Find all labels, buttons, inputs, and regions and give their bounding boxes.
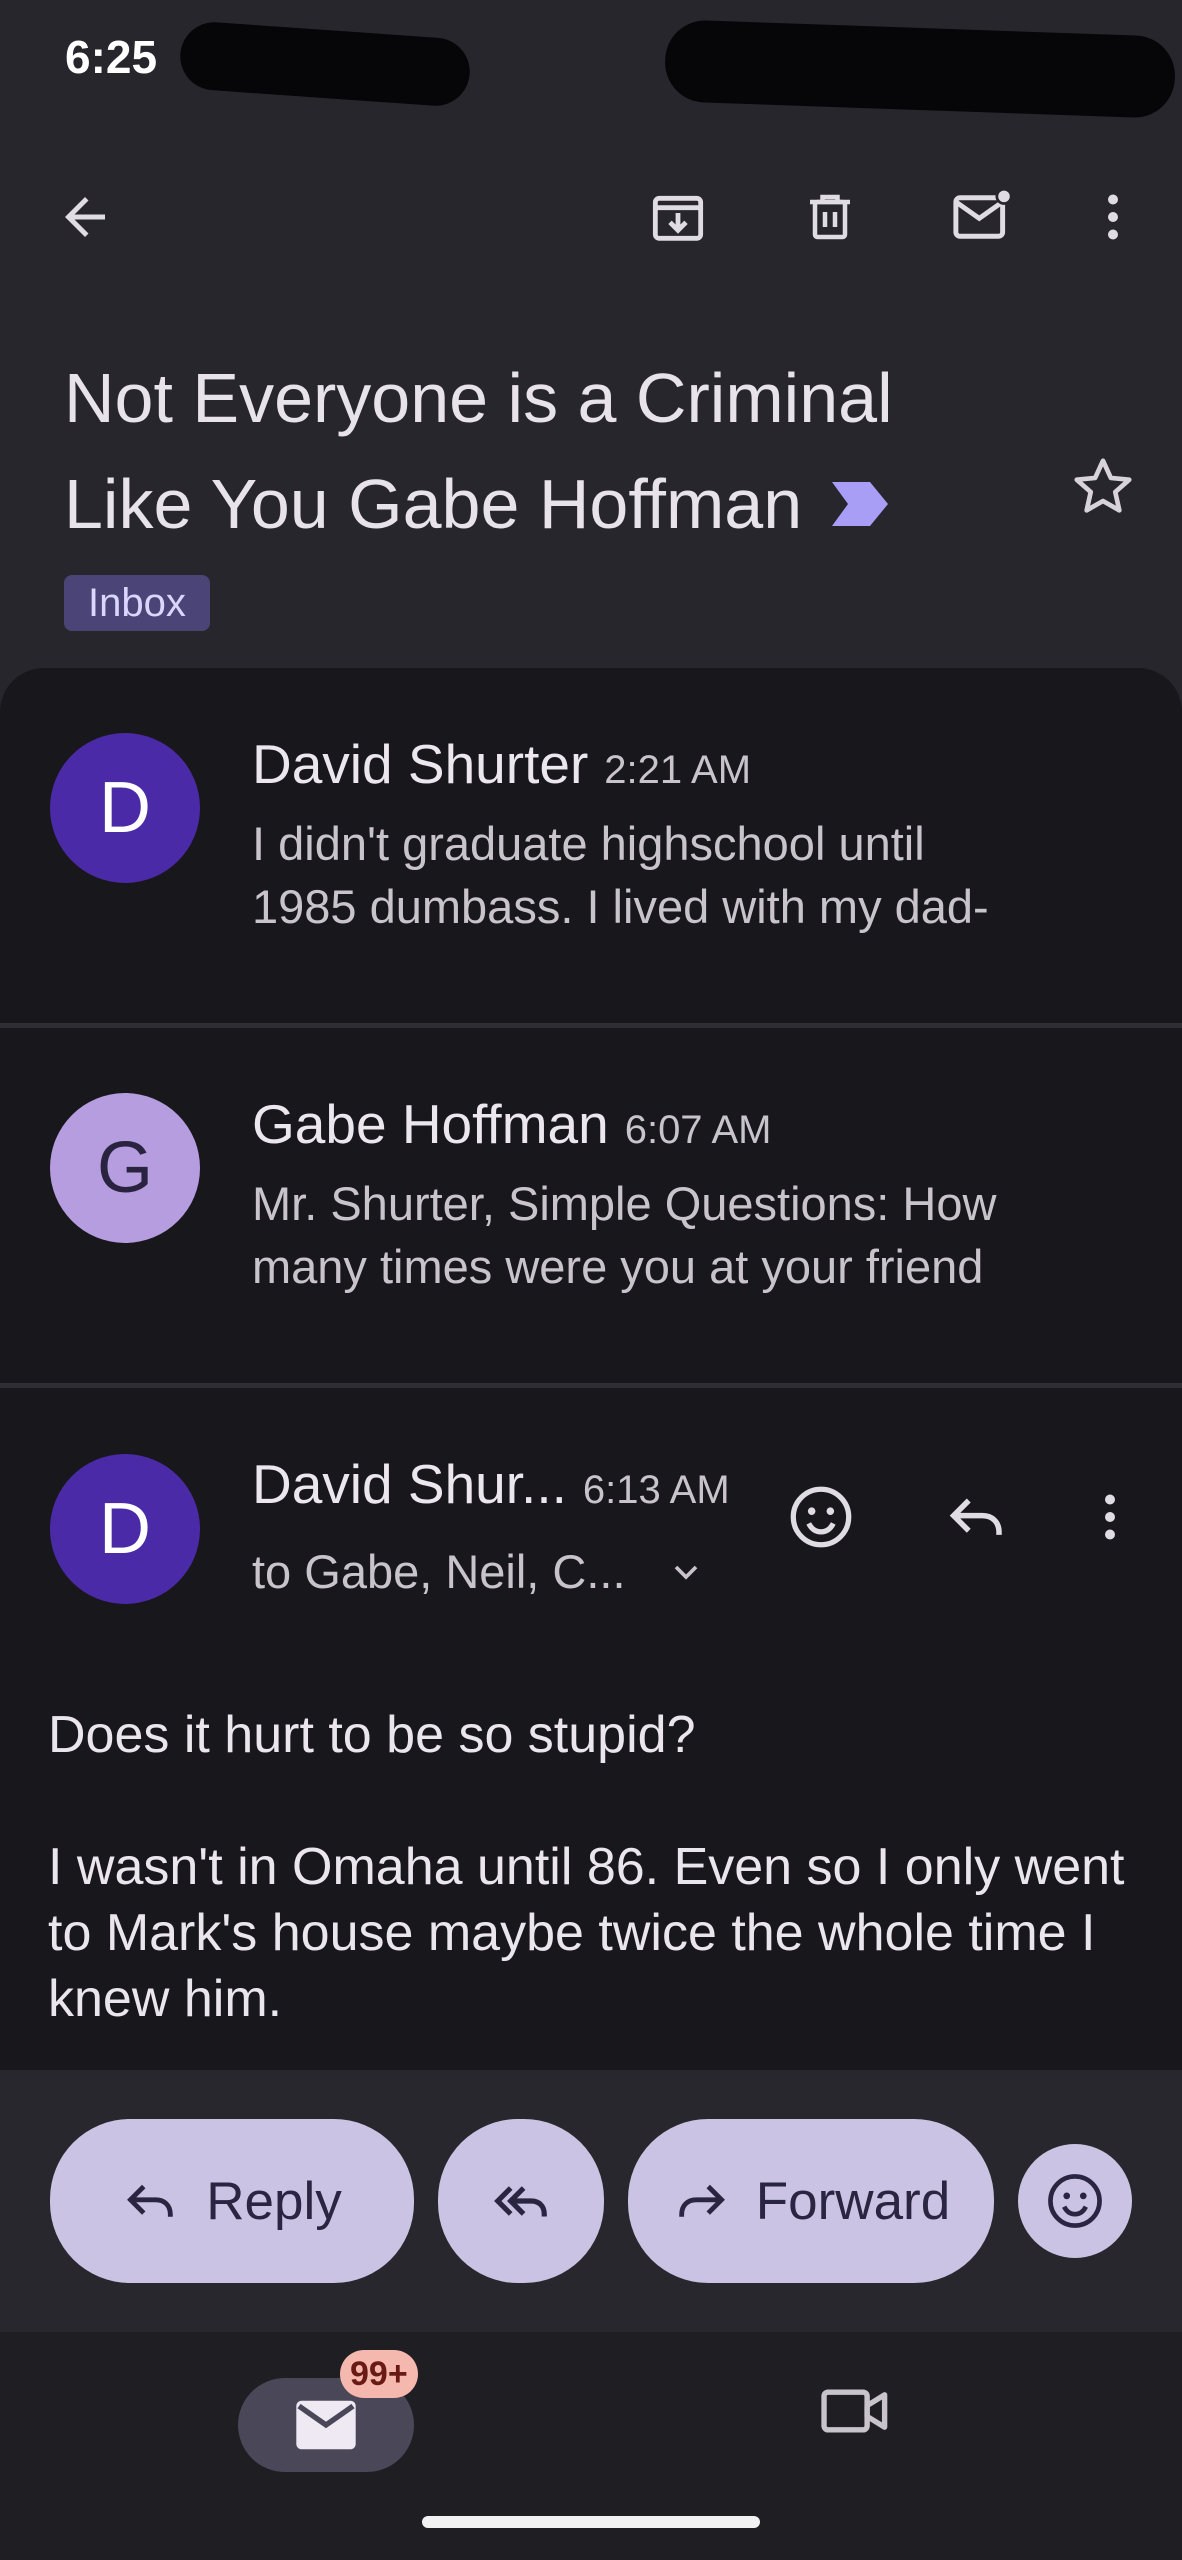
subject-line-2: Like You Gabe Hoffman <box>64 465 803 543</box>
sender-name: Gabe Hoffman <box>252 1093 609 1155</box>
message-time: 2:21 AM <box>604 748 752 792</box>
more-vert-icon <box>1108 194 1118 240</box>
inbox-label-chip[interactable]: Inbox <box>64 575 210 631</box>
chevron-down-icon <box>674 1565 697 1580</box>
reply-all-icon <box>494 2186 547 2217</box>
redacted-area <box>663 19 1177 119</box>
recipients-text: to Gabe, Neil, C... <box>252 1545 626 1598</box>
important-marker-icon[interactable] <box>832 482 889 526</box>
mark-unread-button[interactable] <box>937 172 1027 262</box>
forward-icon <box>679 2184 725 2217</box>
message-time: 6:07 AM <box>624 1108 772 1152</box>
message-collapsed-1[interactable]: D David Shurter 2:21 AM I didn't graduat… <box>0 668 1182 1023</box>
body-paragraph: I wasn't in Omaha until 86. Even so I on… <box>48 1838 1125 2028</box>
mail-unread-icon <box>953 187 1013 239</box>
message-expanded-header: D David Shur... 6:13 AM to Gabe, Neil, C… <box>0 1388 1182 1688</box>
snippet-line: I didn't graduate highschool until <box>252 817 925 870</box>
reply-all-button[interactable] <box>438 2119 604 2283</box>
trash-icon <box>810 194 850 240</box>
archive-button[interactable] <box>633 172 723 262</box>
back-button[interactable] <box>40 172 130 262</box>
unread-count-badge: 99+ <box>340 2350 418 2398</box>
message-body: Does it hurt to be so stupid? I wasn't i… <box>48 1702 1128 2098</box>
message-snippet: I didn't graduate highschool until 1985 … <box>252 812 1152 938</box>
message-snippet: Mr. Shurter, Simple Questions: How many … <box>252 1172 1152 1298</box>
avatar[interactable]: D <box>50 1454 200 1604</box>
body-paragraph: Does it hurt to be so stupid? <box>48 1706 696 1764</box>
message-time: 6:13 AM <box>582 1468 730 1512</box>
star-icon <box>1074 458 1132 513</box>
forward-button[interactable]: Forward <box>628 2119 994 2283</box>
subject-title: Not Everyone is a Criminal Like You Gabe… <box>64 345 1064 557</box>
snippet-line: Mr. Shurter, Simple Questions: How <box>252 1177 997 1230</box>
video-camera-icon <box>821 2389 888 2433</box>
emoji-icon <box>790 1486 852 1548</box>
message-collapsed-2[interactable]: G Gabe Hoffman 6:07 AM Mr. Shurter, Simp… <box>0 1028 1182 1383</box>
more-vert-icon <box>1105 1494 1115 1540</box>
subject-line-1: Not Everyone is a Criminal <box>64 359 893 437</box>
home-indicator[interactable] <box>422 2516 760 2528</box>
snippet-line: 1985 dumbass. I lived with my dad- <box>252 880 989 933</box>
react-button[interactable] <box>1018 2144 1132 2258</box>
delete-button[interactable] <box>785 172 875 262</box>
sender-name: David Shurter <box>252 733 589 795</box>
sender-name[interactable]: David Shur... <box>252 1452 567 1516</box>
avatar[interactable]: G <box>50 1093 200 1243</box>
reply-icon <box>949 1498 1002 1535</box>
star-button[interactable] <box>1068 452 1138 522</box>
more-options-button[interactable] <box>1068 172 1158 262</box>
nav-meet-tab[interactable] <box>820 2383 890 2439</box>
status-time: 6:25 <box>65 31 158 83</box>
mail-icon <box>296 2400 356 2450</box>
arrow-left-icon <box>65 197 105 237</box>
avatar[interactable]: D <box>50 733 200 883</box>
reply-icon-button[interactable] <box>944 1484 1010 1550</box>
forward-label: Forward <box>755 2171 951 2231</box>
reply-button[interactable]: Reply <box>50 2119 414 2283</box>
redacted-area <box>177 19 473 109</box>
recipients-toggle[interactable]: to Gabe, Neil, C... <box>252 1544 706 1599</box>
emoji-icon <box>1048 2174 1102 2228</box>
archive-icon <box>652 195 704 241</box>
snippet-line: many times were you at your friend <box>252 1240 984 1293</box>
reply-icon <box>127 2184 173 2217</box>
add-reaction-button[interactable] <box>786 1482 856 1552</box>
reply-label: Reply <box>206 2171 342 2231</box>
message-more-button[interactable] <box>1080 1484 1140 1550</box>
